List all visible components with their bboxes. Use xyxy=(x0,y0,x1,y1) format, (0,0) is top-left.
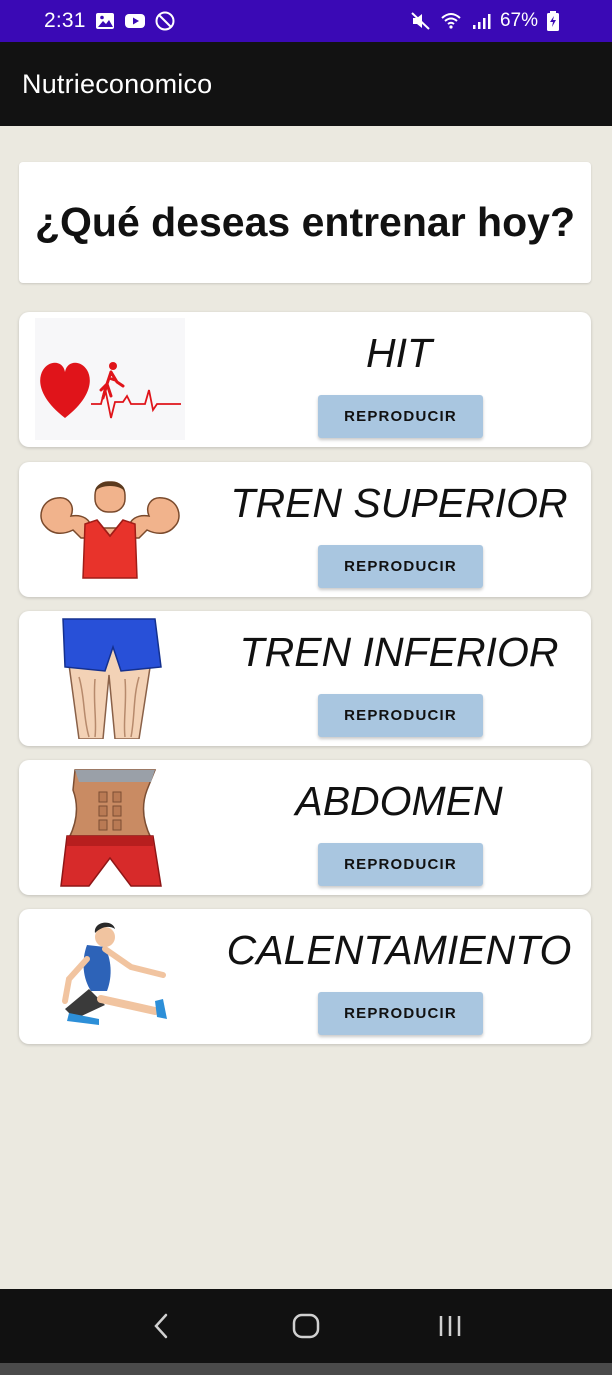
play-button[interactable]: REPRODUCIR xyxy=(318,395,483,438)
battery-percentage: 67% xyxy=(499,10,538,31)
workout-card-abdomen[interactable]: ABDOMEN REPRODUCIR xyxy=(19,760,591,895)
workout-card-hit[interactable]: HIT REPRODUCIR xyxy=(19,312,591,447)
workout-title: HIT xyxy=(365,330,433,376)
legs-muscles-image xyxy=(35,617,185,740)
navigation-bar xyxy=(0,1289,612,1363)
app-bar: Nutrieconomico xyxy=(0,42,612,126)
home-icon[interactable] xyxy=(286,1306,326,1346)
app-title: Nutrieconomico xyxy=(22,68,213,99)
play-button[interactable]: REPRODUCIR xyxy=(318,992,483,1035)
heartbeat-runner-image xyxy=(35,318,185,440)
workout-title: TREN INFERIOR xyxy=(239,629,559,675)
workout-title: CALENTAMIENTO xyxy=(226,927,572,973)
status-time: 2:31 xyxy=(44,9,86,32)
header-card: ¿Qué deseas entrenar hoy? xyxy=(19,162,591,283)
signal-icon xyxy=(470,10,492,32)
status-right: 67% xyxy=(410,10,568,32)
mute-icon xyxy=(410,10,432,32)
workout-card-lower-body[interactable]: TREN INFERIOR REPRODUCIR xyxy=(19,611,591,746)
page-title: ¿Qué deseas entrenar hoy? xyxy=(34,199,575,245)
wifi-icon xyxy=(440,10,462,32)
stretching-woman-image xyxy=(35,915,185,1037)
gallery-icon xyxy=(94,10,116,32)
status-bar: 2:31 67% xyxy=(0,0,612,42)
abs-torso-image xyxy=(35,766,185,888)
do-not-disturb-icon xyxy=(154,10,176,32)
play-button[interactable]: REPRODUCIR xyxy=(318,694,483,737)
gesture-strip xyxy=(0,1363,612,1375)
flexing-man-image xyxy=(35,468,185,590)
youtube-icon xyxy=(124,10,146,32)
workout-card-upper-body[interactable]: TREN SUPERIOR REPRODUCIR xyxy=(19,462,591,597)
play-button[interactable]: REPRODUCIR xyxy=(318,843,483,886)
status-left: 2:31 xyxy=(44,9,176,33)
workout-card-warmup[interactable]: CALENTAMIENTO REPRODUCIR xyxy=(19,909,591,1044)
workout-title: TREN SUPERIOR xyxy=(230,480,568,526)
play-button[interactable]: REPRODUCIR xyxy=(318,545,483,588)
back-icon[interactable] xyxy=(142,1306,182,1346)
workout-title: ABDOMEN xyxy=(295,778,503,824)
battery-icon xyxy=(546,10,568,32)
recents-icon[interactable] xyxy=(430,1306,470,1346)
